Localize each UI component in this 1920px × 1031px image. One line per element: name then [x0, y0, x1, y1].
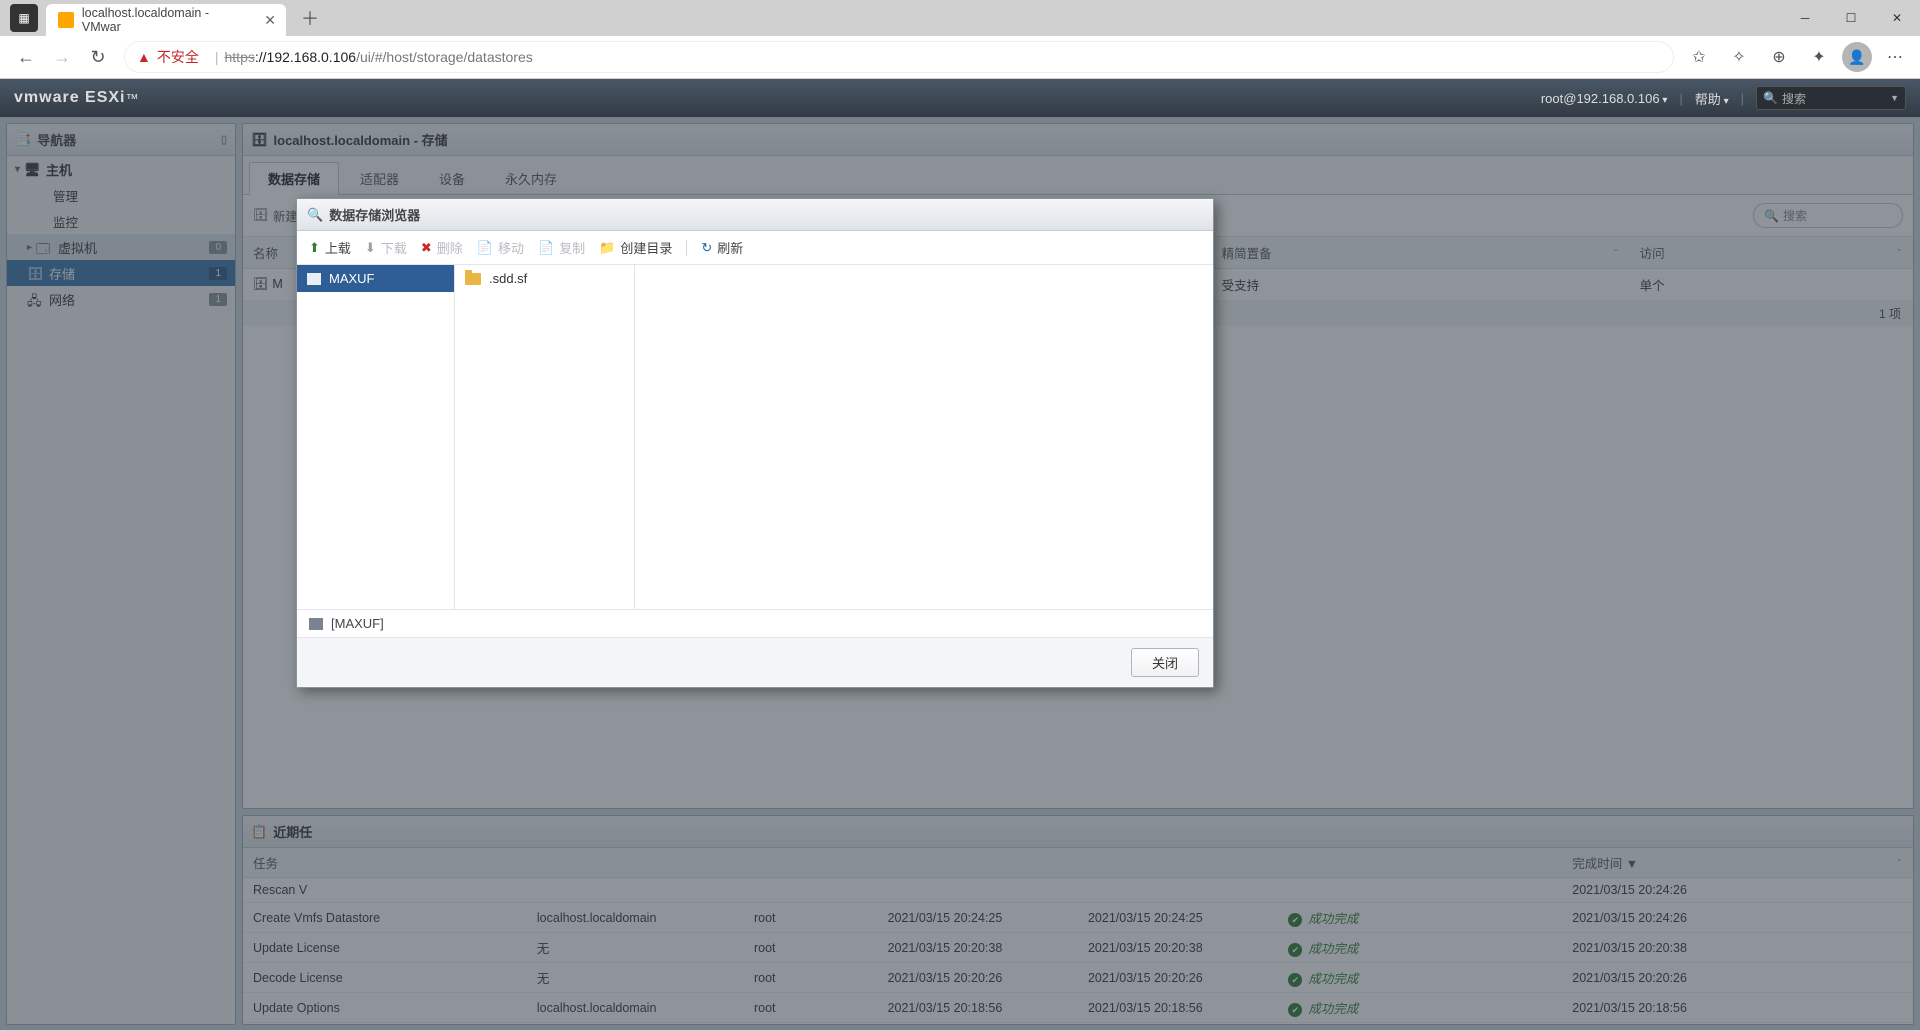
- address-bar: ← → ↻ ▲ 不安全 | https://192.168.0.106/ui/#…: [0, 36, 1920, 78]
- more-icon[interactable]: ⋯: [1878, 40, 1912, 74]
- header-search[interactable]: 🔍 搜索 ▼: [1756, 86, 1906, 110]
- close-tab-icon[interactable]: ✕: [264, 12, 276, 29]
- upload-button[interactable]: ⬆上载: [309, 238, 351, 257]
- user-menu[interactable]: root@192.168.0.106: [1541, 91, 1668, 106]
- window-controls: ─ ☐ ✕: [1782, 0, 1920, 36]
- refresh-icon: ↻: [701, 240, 712, 256]
- minimize-button[interactable]: ─: [1782, 0, 1828, 36]
- datastore-item[interactable]: MAXUF: [297, 265, 454, 292]
- datastore-icon: [307, 273, 321, 285]
- modal-title: 🔍 数据存储浏览器: [297, 199, 1213, 231]
- browser-icon: ▦: [10, 4, 38, 32]
- browse-icon: 🔍: [307, 207, 323, 223]
- profile-avatar[interactable]: 👤: [1842, 42, 1872, 72]
- close-window-button[interactable]: ✕: [1874, 0, 1920, 36]
- warning-icon: ▲: [137, 49, 151, 65]
- collections-icon[interactable]: ⊕: [1762, 40, 1796, 74]
- help-menu[interactable]: 帮助: [1695, 89, 1729, 108]
- tab-title: localhost.localdomain - VMwar: [82, 6, 250, 34]
- move-button[interactable]: 📄移动: [477, 238, 524, 257]
- delete-button[interactable]: ✖删除: [421, 238, 463, 257]
- tab-bar: ▦ localhost.localdomain - VMwar ✕ ＋ ─ ☐ …: [0, 0, 1920, 36]
- download-button[interactable]: ⬇下载: [365, 238, 407, 257]
- datastore-icon: [309, 618, 323, 630]
- folder-icon: 📁: [599, 240, 615, 256]
- insecure-label: 不安全: [157, 47, 199, 67]
- modal-status: [MAXUF]: [297, 610, 1213, 638]
- favorites-bar-icon[interactable]: ✧: [1722, 40, 1756, 74]
- download-icon: ⬇: [365, 240, 376, 256]
- favorite-icon[interactable]: ✩: [1682, 40, 1716, 74]
- back-button[interactable]: ←: [8, 39, 44, 75]
- datastore-browser-modal: 🔍 数据存储浏览器 ⬆上载 ⬇下载 ✖删除 📄移动 📄复制 📁创建目录 ↻刷新 …: [296, 198, 1214, 688]
- modal-toolbar: ⬆上载 ⬇下载 ✖删除 📄移动 📄复制 📁创建目录 ↻刷新: [297, 231, 1213, 265]
- delete-icon: ✖: [421, 240, 432, 256]
- extensions-icon[interactable]: ✦: [1802, 40, 1836, 74]
- url-text: https://192.168.0.106/ui/#/host/storage/…: [225, 49, 533, 65]
- copy-button[interactable]: 📄复制: [538, 238, 585, 257]
- vmware-logo: vmware ESXi: [14, 89, 126, 107]
- search-icon: 🔍: [1763, 91, 1778, 105]
- folder-item[interactable]: .sdd.sf: [455, 265, 634, 292]
- reload-button[interactable]: ↻: [80, 39, 116, 75]
- datastore-column: MAXUF ⋮⋮: [297, 265, 455, 609]
- favicon-icon: [58, 12, 74, 28]
- folder-column: .sdd.sf ⋮⋮: [455, 265, 635, 609]
- mkdir-button[interactable]: 📁创建目录: [599, 238, 672, 257]
- browser-chrome: ▦ localhost.localdomain - VMwar ✕ ＋ ─ ☐ …: [0, 0, 1920, 79]
- copy-icon: 📄: [538, 240, 554, 256]
- folder-icon: [465, 273, 481, 285]
- modal-body: MAXUF ⋮⋮ .sdd.sf ⋮⋮: [297, 265, 1213, 610]
- browser-tab[interactable]: localhost.localdomain - VMwar ✕: [46, 4, 286, 36]
- esxi-header: vmware ESXi™ root@192.168.0.106 | 帮助 | 🔍…: [0, 79, 1920, 117]
- move-icon: 📄: [477, 240, 493, 256]
- maximize-button[interactable]: ☐: [1828, 0, 1874, 36]
- new-tab-button[interactable]: ＋: [296, 4, 324, 32]
- close-button[interactable]: 关闭: [1131, 648, 1199, 677]
- modal-refresh-button[interactable]: ↻刷新: [701, 238, 743, 257]
- content-column: [635, 265, 1213, 609]
- upload-icon: ⬆: [309, 240, 320, 256]
- modal-footer: 关闭: [297, 638, 1213, 687]
- forward-button[interactable]: →: [44, 39, 80, 75]
- url-field[interactable]: ▲ 不安全 | https://192.168.0.106/ui/#/host/…: [124, 41, 1674, 73]
